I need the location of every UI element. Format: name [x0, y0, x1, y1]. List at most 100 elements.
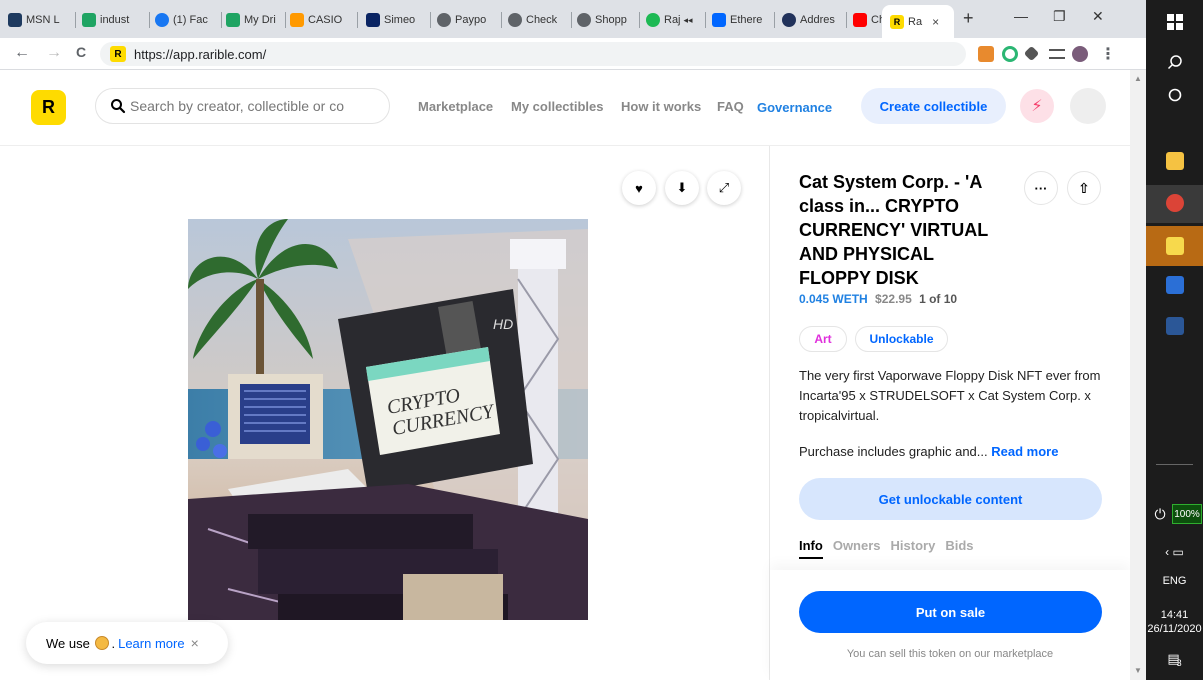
reload-button[interactable]: C	[76, 44, 86, 60]
tab-label: CASIO	[308, 14, 343, 26]
browser-tab[interactable]: (1) Fac	[155, 9, 217, 31]
battery-indicator[interactable]: 100%	[1172, 504, 1202, 524]
price-line: 0.045 WETH $22.95 1 of 10	[799, 292, 957, 306]
page-scrollbar[interactable]: ▲ ▼	[1130, 70, 1146, 680]
download-icon[interactable]: ⬇	[665, 171, 699, 205]
tab-favicon-icon	[646, 13, 660, 27]
screen: MSN L indust (1) Fac My Dri CASIO Simeo …	[0, 0, 1203, 680]
tab-label: indust	[100, 14, 130, 26]
browser-tab[interactable]: Ethere	[712, 9, 772, 31]
tab-bids[interactable]: Bids	[945, 538, 973, 559]
window-close-button[interactable]: ✕	[1092, 8, 1104, 25]
extension-icon[interactable]	[1002, 46, 1018, 62]
artwork-illustration: CRYPTO CURRENCY HD	[188, 219, 588, 620]
forward-button[interactable]: →	[46, 44, 62, 62]
browser-tab[interactable]: Addres	[782, 9, 844, 31]
tab-info[interactable]: Info	[799, 538, 823, 559]
sale-note: You can sell this token on our marketpla…	[846, 648, 1054, 660]
close-icon[interactable]: ×	[191, 635, 199, 651]
media-player-icon[interactable]	[1166, 276, 1184, 294]
price-usd: $22.95	[875, 292, 912, 306]
nft-artwork-image[interactable]: CRYPTO CURRENCY HD	[188, 219, 588, 620]
window-minimize-button[interactable]: —	[1014, 8, 1028, 24]
nav-how-it-works[interactable]: How it works	[621, 99, 701, 114]
window-restore-button[interactable]: ❐	[1053, 8, 1066, 25]
tab-favicon-icon	[8, 13, 22, 27]
browser-menu-icon[interactable]: ⋮	[1100, 44, 1116, 64]
browser-tab[interactable]: indust	[82, 9, 144, 31]
tag-unlockable[interactable]: Unlockable	[855, 326, 948, 352]
tab-label: (1) Fac	[173, 14, 208, 26]
browser-tab[interactable]: CASIO	[290, 9, 352, 31]
windows-start-icon[interactable]	[1146, 14, 1203, 30]
search-input[interactable]: Search by creator, collectible or co	[95, 88, 390, 124]
task-view-icon[interactable]	[1146, 88, 1203, 102]
cookie-text: We use	[46, 635, 90, 651]
tab-label: Raj	[664, 14, 681, 26]
nav-marketplace[interactable]: Marketplace	[418, 99, 493, 114]
browser-tab[interactable]: Paypo	[437, 9, 499, 31]
tab-favicon-icon	[155, 13, 169, 27]
tab-history[interactable]: History	[891, 538, 936, 559]
tab-favicon-icon	[712, 13, 726, 27]
get-unlockable-content-button[interactable]: Get unlockable content	[799, 478, 1102, 520]
browser-tab[interactable]: Raj ◂◂	[646, 9, 704, 31]
new-tab-button[interactable]: +	[963, 8, 974, 29]
address-bar[interactable]: R https://app.rarible.com/	[100, 42, 966, 66]
tab-favicon-icon	[508, 13, 522, 27]
puzzle-extensions-icon[interactable]	[1023, 45, 1040, 62]
share-icon[interactable]: ⇧	[1067, 171, 1101, 205]
scroll-down-icon[interactable]: ▼	[1134, 666, 1142, 675]
expand-icon[interactable]: ⤢	[707, 171, 741, 205]
item-details-panel: Cat System Corp. - 'A class in... CRYPTO…	[769, 146, 1130, 680]
create-collectible-button[interactable]: Create collectible	[861, 88, 1006, 124]
browser-tab-bar: MSN L indust (1) Fac My Dri CASIO Simeo …	[0, 0, 1146, 38]
browser-tab[interactable]: Check	[508, 9, 570, 31]
more-options-icon[interactable]: ···	[1024, 171, 1058, 205]
user-avatar[interactable]	[1070, 88, 1106, 124]
nav-faq[interactable]: FAQ	[717, 99, 744, 114]
browser-tab[interactable]: Shopp	[577, 9, 639, 31]
price-weth: 0.045 WETH	[799, 292, 868, 306]
file-explorer-icon[interactable]	[1166, 152, 1184, 170]
nav-governance[interactable]: Governance	[757, 100, 832, 115]
tab-owners[interactable]: Owners	[833, 538, 881, 559]
learn-more-link[interactable]: Learn more	[118, 636, 184, 651]
tab-close-icon[interactable]: ×	[932, 15, 939, 29]
nav-my-collectibles[interactable]: My collectibles	[511, 99, 603, 114]
metamask-extension-icon[interactable]	[978, 46, 994, 62]
profile-avatar-icon[interactable]	[1072, 46, 1088, 62]
site-header: R Search by creator, collectible or co M…	[0, 70, 1130, 146]
tab-favicon-icon	[853, 13, 867, 27]
clock-date[interactable]: 26/11/2020	[1146, 622, 1203, 636]
power-plug-icon[interactable]: ⏻	[1150, 506, 1170, 523]
like-icon[interactable]: ♥	[622, 171, 656, 205]
clock-time[interactable]: 14:41	[1146, 608, 1203, 622]
search-icon[interactable]	[1146, 54, 1203, 70]
edition-count: 1 of 10	[919, 292, 958, 306]
back-button[interactable]: ←	[14, 44, 30, 62]
browser-tab-active[interactable]: R Ra ×	[882, 5, 954, 38]
media-control-icon[interactable]	[1049, 49, 1065, 59]
tag-art[interactable]: Art	[799, 326, 847, 352]
browser-tab[interactable]: MSN L	[8, 9, 70, 31]
rarible-logo[interactable]: R	[31, 90, 66, 125]
browser-tab[interactable]: My Dri	[226, 9, 282, 31]
purchase-info: Purchase includes graphic and... Read mo…	[799, 444, 1111, 459]
bolt-icon[interactable]: ⚡	[1020, 89, 1054, 123]
chrome-icon[interactable]	[1166, 194, 1184, 212]
tab-label: Addres	[800, 14, 835, 26]
show-hidden-icons-chevron-icon[interactable]: ‹ ▭	[1146, 545, 1203, 559]
scroll-up-icon[interactable]: ▲	[1134, 74, 1142, 83]
windows-taskbar: ⏻ ‹ ▭ ENG 14:41 26/11/2020 ▤ 3	[1146, 0, 1203, 680]
browser-tab[interactable]: Simeo	[366, 9, 428, 31]
put-on-sale-button[interactable]: Put on sale	[799, 591, 1102, 633]
read-more-link[interactable]: Read more	[991, 444, 1058, 459]
cookie-period: .	[111, 635, 116, 651]
sticky-notes-icon[interactable]	[1166, 237, 1184, 255]
tab-label: Shopp	[595, 14, 627, 26]
language-indicator[interactable]: ENG	[1146, 574, 1203, 588]
notifications-icon[interactable]: ▤ 3	[1146, 650, 1203, 668]
tab-label: Ethere	[730, 14, 763, 26]
word-icon[interactable]	[1166, 317, 1184, 335]
